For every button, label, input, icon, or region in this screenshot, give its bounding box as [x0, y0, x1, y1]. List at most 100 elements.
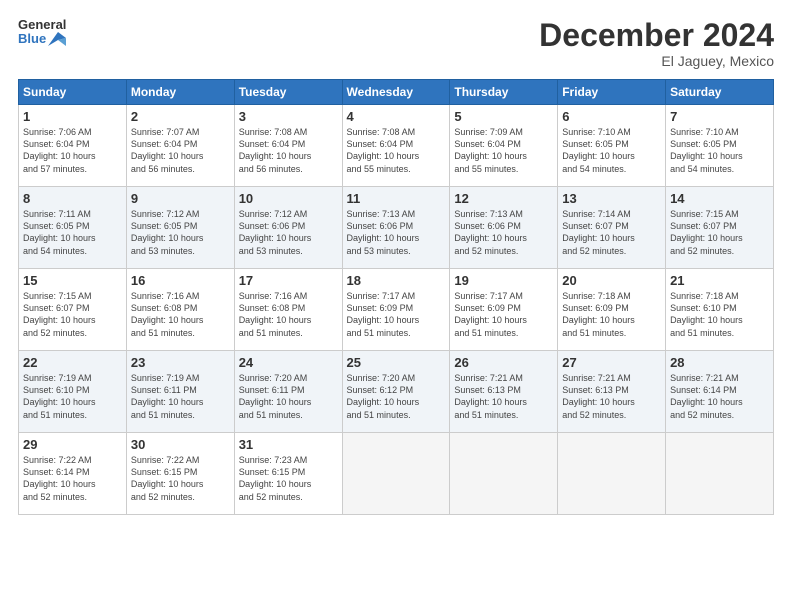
calendar-cell: 31 Sunrise: 7:23 AM Sunset: 6:15 PM Dayl… — [234, 433, 342, 515]
calendar-cell: 1 Sunrise: 7:06 AM Sunset: 6:04 PM Dayli… — [19, 105, 127, 187]
day-info: Sunrise: 7:22 AM Sunset: 6:15 PM Dayligh… — [131, 454, 230, 503]
day-number: 3 — [239, 109, 338, 124]
calendar-cell: 28 Sunrise: 7:21 AM Sunset: 6:14 PM Dayl… — [666, 351, 774, 433]
location: El Jaguey, Mexico — [539, 53, 774, 69]
calendar-table: Sunday Monday Tuesday Wednesday Thursday… — [18, 79, 774, 515]
col-friday: Friday — [558, 80, 666, 105]
calendar-cell: 16 Sunrise: 7:16 AM Sunset: 6:08 PM Dayl… — [126, 269, 234, 351]
day-info: Sunrise: 7:21 AM Sunset: 6:13 PM Dayligh… — [454, 372, 553, 421]
calendar-cell: 29 Sunrise: 7:22 AM Sunset: 6:14 PM Dayl… — [19, 433, 127, 515]
day-number: 19 — [454, 273, 553, 288]
day-info: Sunrise: 7:19 AM Sunset: 6:11 PM Dayligh… — [131, 372, 230, 421]
day-info: Sunrise: 7:17 AM Sunset: 6:09 PM Dayligh… — [454, 290, 553, 339]
day-number: 23 — [131, 355, 230, 370]
col-sunday: Sunday — [19, 80, 127, 105]
calendar-cell: 2 Sunrise: 7:07 AM Sunset: 6:04 PM Dayli… — [126, 105, 234, 187]
calendar-cell: 23 Sunrise: 7:19 AM Sunset: 6:11 PM Dayl… — [126, 351, 234, 433]
calendar-cell: 5 Sunrise: 7:09 AM Sunset: 6:04 PM Dayli… — [450, 105, 558, 187]
day-info: Sunrise: 7:16 AM Sunset: 6:08 PM Dayligh… — [239, 290, 338, 339]
day-info: Sunrise: 7:15 AM Sunset: 6:07 PM Dayligh… — [23, 290, 122, 339]
calendar-cell: 25 Sunrise: 7:20 AM Sunset: 6:12 PM Dayl… — [342, 351, 450, 433]
calendar-cell: 6 Sunrise: 7:10 AM Sunset: 6:05 PM Dayli… — [558, 105, 666, 187]
day-info: Sunrise: 7:20 AM Sunset: 6:12 PM Dayligh… — [347, 372, 446, 421]
calendar-cell: 26 Sunrise: 7:21 AM Sunset: 6:13 PM Dayl… — [450, 351, 558, 433]
day-number: 15 — [23, 273, 122, 288]
calendar-cell: 11 Sunrise: 7:13 AM Sunset: 6:06 PM Dayl… — [342, 187, 450, 269]
calendar-cell: 4 Sunrise: 7:08 AM Sunset: 6:04 PM Dayli… — [342, 105, 450, 187]
day-info: Sunrise: 7:08 AM Sunset: 6:04 PM Dayligh… — [239, 126, 338, 175]
day-info: Sunrise: 7:13 AM Sunset: 6:06 PM Dayligh… — [347, 208, 446, 257]
day-number: 16 — [131, 273, 230, 288]
day-number: 9 — [131, 191, 230, 206]
day-info: Sunrise: 7:11 AM Sunset: 6:05 PM Dayligh… — [23, 208, 122, 257]
day-info: Sunrise: 7:06 AM Sunset: 6:04 PM Dayligh… — [23, 126, 122, 175]
calendar-cell: 15 Sunrise: 7:15 AM Sunset: 6:07 PM Dayl… — [19, 269, 127, 351]
col-wednesday: Wednesday — [342, 80, 450, 105]
day-info: Sunrise: 7:12 AM Sunset: 6:06 PM Dayligh… — [239, 208, 338, 257]
day-number: 11 — [347, 191, 446, 206]
calendar-cell — [450, 433, 558, 515]
day-number: 26 — [454, 355, 553, 370]
day-number: 14 — [670, 191, 769, 206]
calendar-cell: 17 Sunrise: 7:16 AM Sunset: 6:08 PM Dayl… — [234, 269, 342, 351]
day-info: Sunrise: 7:15 AM Sunset: 6:07 PM Dayligh… — [670, 208, 769, 257]
calendar-cell: 13 Sunrise: 7:14 AM Sunset: 6:07 PM Dayl… — [558, 187, 666, 269]
day-info: Sunrise: 7:08 AM Sunset: 6:04 PM Dayligh… — [347, 126, 446, 175]
calendar-cell — [342, 433, 450, 515]
day-number: 31 — [239, 437, 338, 452]
logo-bird-icon — [48, 32, 66, 46]
day-number: 10 — [239, 191, 338, 206]
calendar-cell: 19 Sunrise: 7:17 AM Sunset: 6:09 PM Dayl… — [450, 269, 558, 351]
calendar-cell: 8 Sunrise: 7:11 AM Sunset: 6:05 PM Dayli… — [19, 187, 127, 269]
col-tuesday: Tuesday — [234, 80, 342, 105]
calendar-cell: 27 Sunrise: 7:21 AM Sunset: 6:13 PM Dayl… — [558, 351, 666, 433]
day-number: 12 — [454, 191, 553, 206]
day-number: 29 — [23, 437, 122, 452]
day-number: 13 — [562, 191, 661, 206]
day-info: Sunrise: 7:22 AM Sunset: 6:14 PM Dayligh… — [23, 454, 122, 503]
day-info: Sunrise: 7:16 AM Sunset: 6:08 PM Dayligh… — [131, 290, 230, 339]
day-info: Sunrise: 7:09 AM Sunset: 6:04 PM Dayligh… — [454, 126, 553, 175]
day-info: Sunrise: 7:21 AM Sunset: 6:13 PM Dayligh… — [562, 372, 661, 421]
day-number: 30 — [131, 437, 230, 452]
day-number: 20 — [562, 273, 661, 288]
day-info: Sunrise: 7:10 AM Sunset: 6:05 PM Dayligh… — [670, 126, 769, 175]
day-number: 8 — [23, 191, 122, 206]
day-number: 25 — [347, 355, 446, 370]
day-info: Sunrise: 7:17 AM Sunset: 6:09 PM Dayligh… — [347, 290, 446, 339]
calendar-cell: 12 Sunrise: 7:13 AM Sunset: 6:06 PM Dayl… — [450, 187, 558, 269]
day-number: 17 — [239, 273, 338, 288]
calendar-cell: 14 Sunrise: 7:15 AM Sunset: 6:07 PM Dayl… — [666, 187, 774, 269]
calendar-cell: 21 Sunrise: 7:18 AM Sunset: 6:10 PM Dayl… — [666, 269, 774, 351]
calendar-cell: 30 Sunrise: 7:22 AM Sunset: 6:15 PM Dayl… — [126, 433, 234, 515]
calendar-cell: 3 Sunrise: 7:08 AM Sunset: 6:04 PM Dayli… — [234, 105, 342, 187]
day-number: 4 — [347, 109, 446, 124]
day-number: 2 — [131, 109, 230, 124]
day-number: 22 — [23, 355, 122, 370]
day-info: Sunrise: 7:12 AM Sunset: 6:05 PM Dayligh… — [131, 208, 230, 257]
calendar-cell: 20 Sunrise: 7:18 AM Sunset: 6:09 PM Dayl… — [558, 269, 666, 351]
calendar-cell — [558, 433, 666, 515]
calendar-cell: 7 Sunrise: 7:10 AM Sunset: 6:05 PM Dayli… — [666, 105, 774, 187]
calendar-container: General Blue December 2024 El Jaguey, Me… — [0, 0, 792, 612]
col-monday: Monday — [126, 80, 234, 105]
day-number: 7 — [670, 109, 769, 124]
day-info: Sunrise: 7:14 AM Sunset: 6:07 PM Dayligh… — [562, 208, 661, 257]
day-number: 24 — [239, 355, 338, 370]
calendar-cell: 18 Sunrise: 7:17 AM Sunset: 6:09 PM Dayl… — [342, 269, 450, 351]
day-info: Sunrise: 7:18 AM Sunset: 6:10 PM Dayligh… — [670, 290, 769, 339]
day-number: 5 — [454, 109, 553, 124]
day-number: 28 — [670, 355, 769, 370]
day-info: Sunrise: 7:13 AM Sunset: 6:06 PM Dayligh… — [454, 208, 553, 257]
day-number: 27 — [562, 355, 661, 370]
calendar-cell: 9 Sunrise: 7:12 AM Sunset: 6:05 PM Dayli… — [126, 187, 234, 269]
day-info: Sunrise: 7:10 AM Sunset: 6:05 PM Dayligh… — [562, 126, 661, 175]
calendar-cell: 22 Sunrise: 7:19 AM Sunset: 6:10 PM Dayl… — [19, 351, 127, 433]
day-info: Sunrise: 7:21 AM Sunset: 6:14 PM Dayligh… — [670, 372, 769, 421]
header: General Blue December 2024 El Jaguey, Me… — [18, 18, 774, 69]
title-area: December 2024 El Jaguey, Mexico — [539, 18, 774, 69]
day-info: Sunrise: 7:18 AM Sunset: 6:09 PM Dayligh… — [562, 290, 661, 339]
month-title: December 2024 — [539, 18, 774, 53]
col-thursday: Thursday — [450, 80, 558, 105]
day-number: 18 — [347, 273, 446, 288]
